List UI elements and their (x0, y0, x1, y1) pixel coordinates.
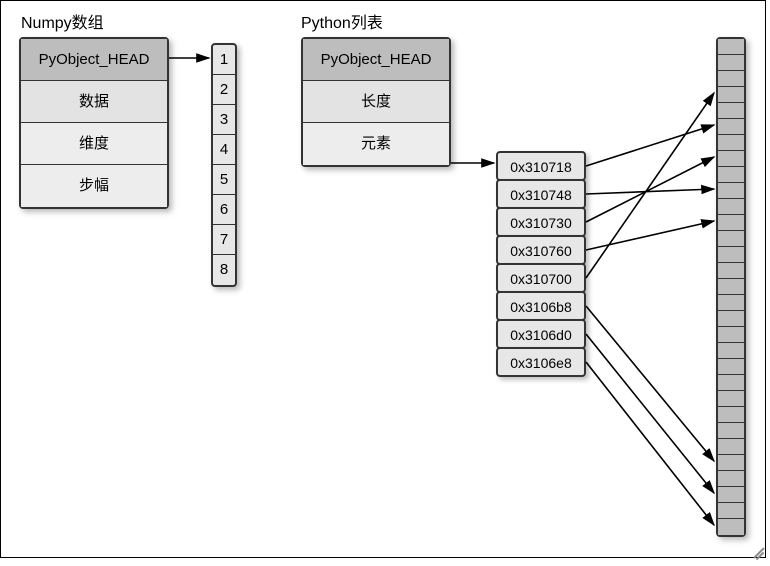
contiguous-cell: 4 (213, 135, 235, 165)
memory-cell (718, 135, 744, 151)
memory-cell (718, 519, 744, 535)
memory-cell (718, 279, 744, 295)
memory-cell (718, 151, 744, 167)
memory-cell (718, 359, 744, 375)
numpy-struct: PyObject_HEAD 数据 维度 步幅 (19, 37, 169, 209)
pylist-struct: PyObject_HEAD 长度 元素 (301, 37, 451, 167)
address-cell: 0x3106d0 (496, 319, 586, 349)
memory-cell (718, 455, 744, 471)
address-column: 0x3107180x3107480x3107300x3107600x310700… (496, 151, 586, 375)
address-cell: 0x3106b8 (496, 291, 586, 321)
numpy-head-cell: PyObject_HEAD (21, 39, 167, 81)
memory-cell (718, 503, 744, 519)
address-cell: 0x310700 (496, 263, 586, 293)
memory-cell (718, 167, 744, 183)
pylist-title: Python列表 (301, 9, 383, 33)
memory-cell (718, 423, 744, 439)
memory-cell (718, 231, 744, 247)
memory-cell (718, 343, 744, 359)
contiguous-cell: 7 (213, 225, 235, 255)
memory-cell (718, 215, 744, 231)
memory-cell (718, 375, 744, 391)
memory-cell (718, 407, 744, 423)
memory-cell (718, 103, 744, 119)
contiguous-cell: 6 (213, 195, 235, 225)
memory-cell (718, 71, 744, 87)
contiguous-cell: 2 (213, 75, 235, 105)
memory-cell (718, 119, 744, 135)
memory-cell (718, 87, 744, 103)
memory-cell (718, 263, 744, 279)
address-cell: 0x310730 (496, 207, 586, 237)
contiguous-cell: 8 (213, 255, 235, 285)
diagram-canvas: Numpy数组 Python列表 PyObject_HEAD 数据 维度 步幅 … (0, 0, 766, 558)
address-cell: 0x310718 (496, 151, 586, 181)
address-cell: 0x310760 (496, 235, 586, 265)
memory-cell (718, 295, 744, 311)
memory-cell (718, 471, 744, 487)
pylist-items-cell: 元素 (303, 123, 449, 165)
contiguous-cell: 3 (213, 105, 235, 135)
memory-cell (718, 199, 744, 215)
memory-cell (718, 391, 744, 407)
memory-cell (718, 311, 744, 327)
contiguous-cell: 5 (213, 165, 235, 195)
memory-cell (718, 327, 744, 343)
pylist-head-cell: PyObject_HEAD (303, 39, 449, 81)
address-cell: 0x3106e8 (496, 347, 586, 377)
address-cell: 0x310748 (496, 179, 586, 209)
numpy-dims-cell: 维度 (21, 123, 167, 165)
resize-corner-icon (752, 544, 766, 558)
contiguous-cell: 1 (213, 45, 235, 75)
memory-cell (718, 247, 744, 263)
memory-cell (718, 439, 744, 455)
numpy-strides-cell: 步幅 (21, 165, 167, 207)
numpy-data-cell: 数据 (21, 81, 167, 123)
memory-cell (718, 55, 744, 71)
memory-cell (718, 487, 744, 503)
contiguous-data-column: 12345678 (211, 43, 237, 287)
memory-cell (718, 39, 744, 55)
memory-strip (716, 37, 746, 537)
pylist-length-cell: 长度 (303, 81, 449, 123)
memory-cell (718, 183, 744, 199)
numpy-title: Numpy数组 (21, 9, 104, 33)
